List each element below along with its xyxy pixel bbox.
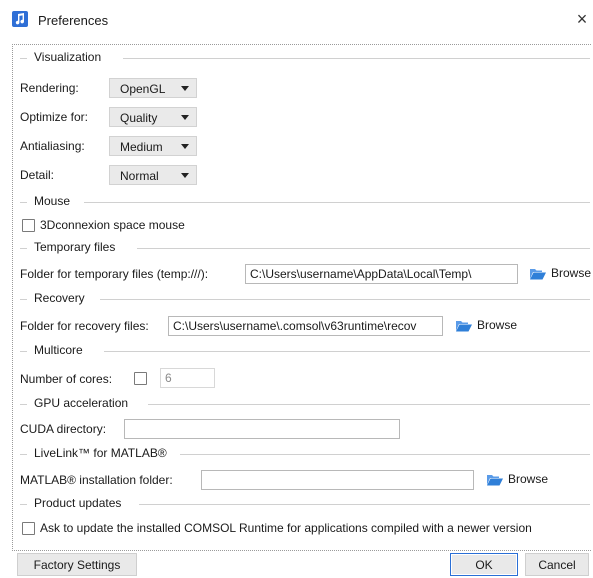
temp-folder-input[interactable] (245, 264, 518, 284)
ask-update-checkbox[interactable] (22, 522, 35, 535)
cuda-label: CUDA directory: (20, 422, 107, 436)
section-multicore-label: Multicore (34, 343, 83, 357)
space-mouse-label: 3Dconnexion space mouse (40, 218, 185, 232)
cancel-button[interactable]: Cancel (525, 553, 589, 576)
factory-settings-button[interactable]: Factory Settings (17, 553, 137, 576)
recovery-browse-button[interactable]: Browse (455, 317, 525, 335)
temp-folder-label: Folder for temporary files (temp:///): (20, 267, 209, 281)
section-livelink-label: LiveLink™ for MATLAB® (34, 446, 167, 460)
section-temporary-files: Temporary files (20, 240, 590, 256)
chevron-down-icon (181, 144, 189, 149)
preferences-panel: Visualization Rendering: OpenGL Optimize… (12, 44, 591, 551)
matlab-folder-label: MATLAB® installation folder: (20, 473, 173, 487)
close-button[interactable]: × (572, 8, 592, 30)
close-icon: × (576, 9, 588, 29)
title-bar: Preferences × (0, 0, 593, 43)
section-visualization-label: Visualization (34, 50, 102, 64)
recovery-folder-label: Folder for recovery files: (20, 319, 149, 333)
section-product-updates: Product updates (20, 496, 590, 512)
section-visualization: Visualization (20, 50, 590, 66)
cores-label: Number of cores: (20, 372, 113, 386)
optimize-label: Optimize for: (20, 110, 89, 124)
temp-browse-button[interactable]: Browse (529, 265, 591, 283)
cores-input[interactable] (160, 368, 215, 388)
optimize-value: Quality (120, 111, 158, 125)
rendering-value: OpenGL (120, 82, 166, 96)
antialiasing-label: Antialiasing: (20, 139, 85, 153)
chevron-down-icon (181, 173, 189, 178)
rendering-label: Rendering: (20, 81, 79, 95)
ok-button[interactable]: OK (450, 553, 518, 576)
temp-browse-label: Browse (551, 266, 592, 280)
antialiasing-value: Medium (120, 140, 163, 154)
matlab-folder-input[interactable] (201, 470, 474, 490)
ask-update-label: Ask to update the installed COMSOL Runti… (40, 521, 532, 535)
antialiasing-select[interactable]: Medium (109, 136, 197, 156)
matlab-browse-button[interactable]: Browse (486, 471, 556, 489)
section-mouse: Mouse (20, 194, 590, 210)
section-multicore: Multicore (20, 343, 590, 359)
section-recovery-label: Recovery (34, 291, 85, 305)
space-mouse-checkbox[interactable] (22, 219, 35, 232)
detail-value: Normal (120, 169, 159, 183)
section-gpu: GPU acceleration (20, 396, 590, 412)
app-icon (12, 11, 28, 27)
detail-label: Detail: (20, 168, 55, 182)
section-livelink: LiveLink™ for MATLAB® (20, 446, 590, 462)
recovery-folder-input[interactable] (168, 316, 443, 336)
cores-checkbox[interactable] (134, 372, 147, 385)
chevron-down-icon (181, 86, 189, 91)
rendering-select[interactable]: OpenGL (109, 78, 197, 98)
recovery-browse-label: Browse (477, 318, 518, 332)
section-temporary-files-label: Temporary files (34, 240, 116, 254)
cuda-directory-input[interactable] (124, 419, 400, 439)
folder-open-icon (456, 321, 472, 332)
window-title: Preferences (38, 13, 109, 28)
folder-open-icon (530, 269, 546, 280)
section-recovery: Recovery (20, 291, 590, 307)
section-product-updates-label: Product updates (34, 496, 122, 510)
detail-select[interactable]: Normal (109, 165, 197, 185)
matlab-browse-label: Browse (508, 472, 549, 486)
section-gpu-label: GPU acceleration (34, 396, 129, 410)
chevron-down-icon (181, 115, 189, 120)
optimize-select[interactable]: Quality (109, 107, 197, 127)
folder-open-icon (487, 475, 503, 486)
section-mouse-label: Mouse (34, 194, 71, 208)
